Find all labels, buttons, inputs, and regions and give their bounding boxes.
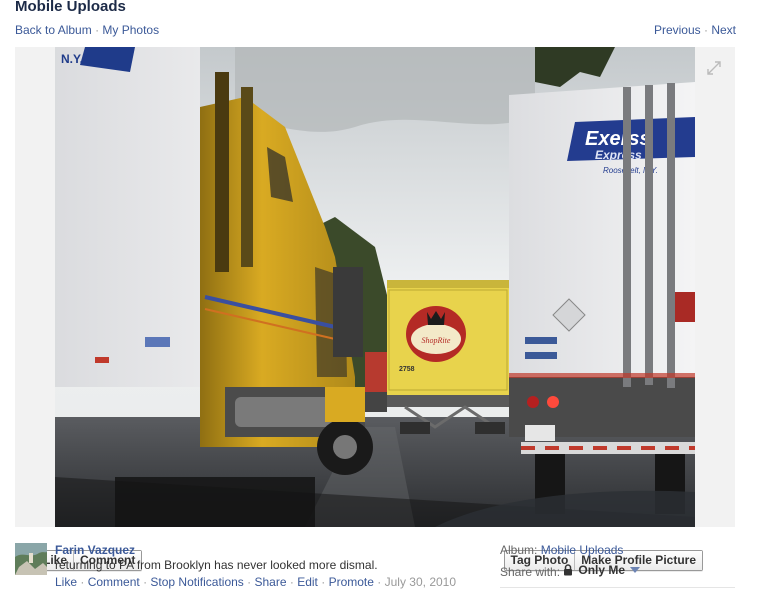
privacy-value: Only Me <box>578 563 626 577</box>
separator: · <box>143 575 148 589</box>
action-stop-notifications[interactable]: Stop Notifications <box>150 575 243 589</box>
separator: · <box>289 575 294 589</box>
previous-link[interactable]: Previous <box>654 23 701 37</box>
expand-icon[interactable] <box>707 61 721 75</box>
trailer-sign-2: Express <box>595 148 642 162</box>
post-actions: Like · Comment · Stop Notifications · Sh… <box>55 575 456 589</box>
separator: · <box>80 575 85 589</box>
timestamp[interactable]: July 30, 2010 <box>385 575 456 589</box>
logo-text: ShopRite <box>422 336 451 345</box>
separator: · <box>377 575 382 589</box>
album-nav: Back to Album · My Photos <box>15 23 159 37</box>
action-share[interactable]: Share <box>254 575 286 589</box>
share-row: Share with: Only Me <box>500 562 735 582</box>
photo-caption: returning to PA from Brooklyn has never … <box>55 558 378 572</box>
author-name[interactable]: Farin Vazquez <box>55 543 135 557</box>
album-label: Album: <box>500 543 538 557</box>
trailer-sign-1: Exerss <box>585 128 651 150</box>
action-edit[interactable]: Edit <box>297 575 318 589</box>
next-link[interactable]: Next <box>711 23 736 37</box>
photo-pager: Previous · Next <box>654 23 736 37</box>
action-like[interactable]: Like <box>55 575 77 589</box>
back-to-album-link[interactable]: Back to Album <box>15 23 92 37</box>
separator: · <box>247 575 252 589</box>
lock-icon <box>564 564 573 576</box>
photo[interactable]: N.Y. ShopRite 2758 Exerss Express Roosev… <box>55 47 695 527</box>
action-comment[interactable]: Comment <box>88 575 140 589</box>
page-title: Mobile Uploads <box>15 0 126 15</box>
divider <box>500 587 735 588</box>
album-row: Album: Mobile Uploads <box>500 542 735 562</box>
dropdown-arrow-icon <box>630 567 641 573</box>
album-info: Album: Mobile Uploads Share with: Only M… <box>500 542 735 588</box>
truck-number: 2758 <box>399 366 415 373</box>
avatar[interactable] <box>15 543 47 575</box>
separator: · <box>703 23 708 37</box>
separator: · <box>321 575 326 589</box>
photo-stage: N.Y. ShopRite 2758 Exerss Express Roosev… <box>15 47 735 571</box>
album-link[interactable]: Mobile Uploads <box>541 543 624 557</box>
privacy-selector[interactable]: Only Me <box>563 562 641 578</box>
action-promote[interactable]: Promote <box>329 575 374 589</box>
my-photos-link[interactable]: My Photos <box>102 23 159 37</box>
ny-sign: N.Y. <box>61 52 83 66</box>
share-label: Share with: <box>500 565 561 579</box>
separator: · <box>95 23 100 37</box>
